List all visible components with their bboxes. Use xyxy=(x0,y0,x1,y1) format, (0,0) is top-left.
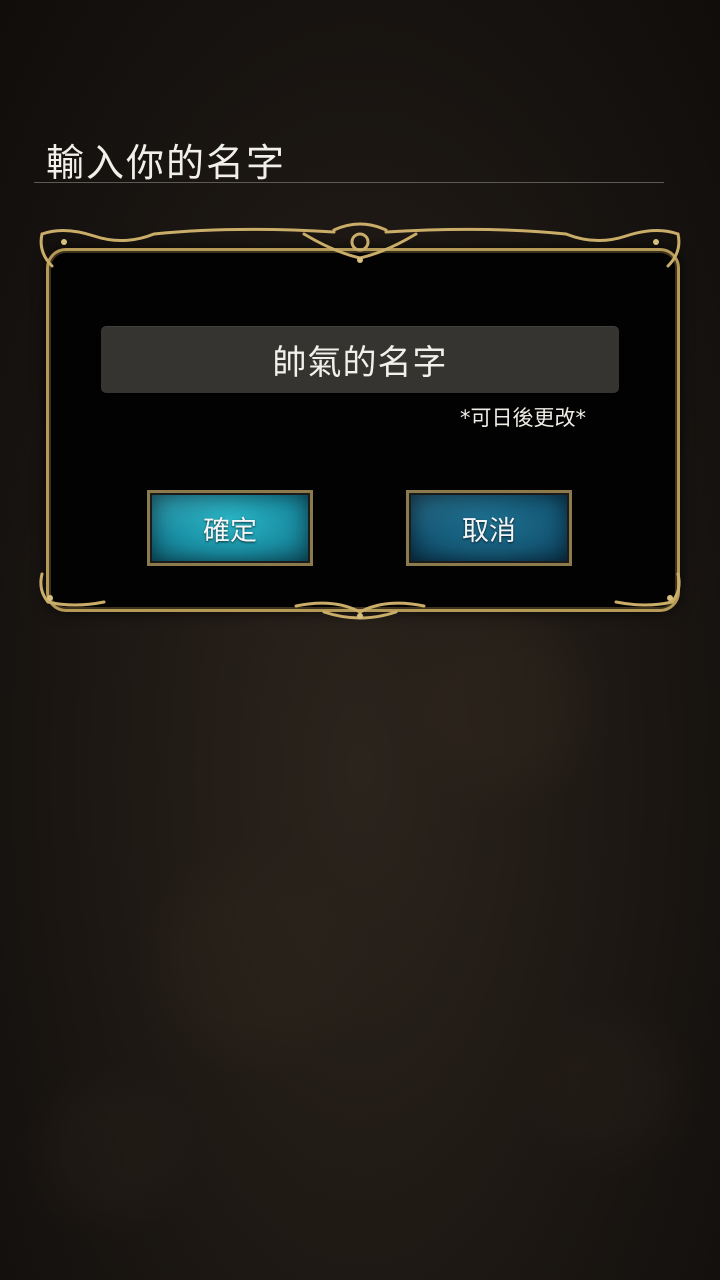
cancel-button[interactable]: 取消 xyxy=(406,490,572,566)
header: 輸入你的名字 xyxy=(34,118,664,185)
dialog-top-ornament xyxy=(39,222,681,268)
confirm-button[interactable]: 確定 xyxy=(147,490,313,566)
page-title: 輸入你的名字 xyxy=(46,141,287,185)
name-input[interactable]: 帥氣的名字 xyxy=(101,326,619,393)
background-texture xyxy=(0,0,720,1280)
dialog-bottom-ornament xyxy=(39,572,681,620)
rename-hint: *可日後更改* xyxy=(460,406,586,430)
